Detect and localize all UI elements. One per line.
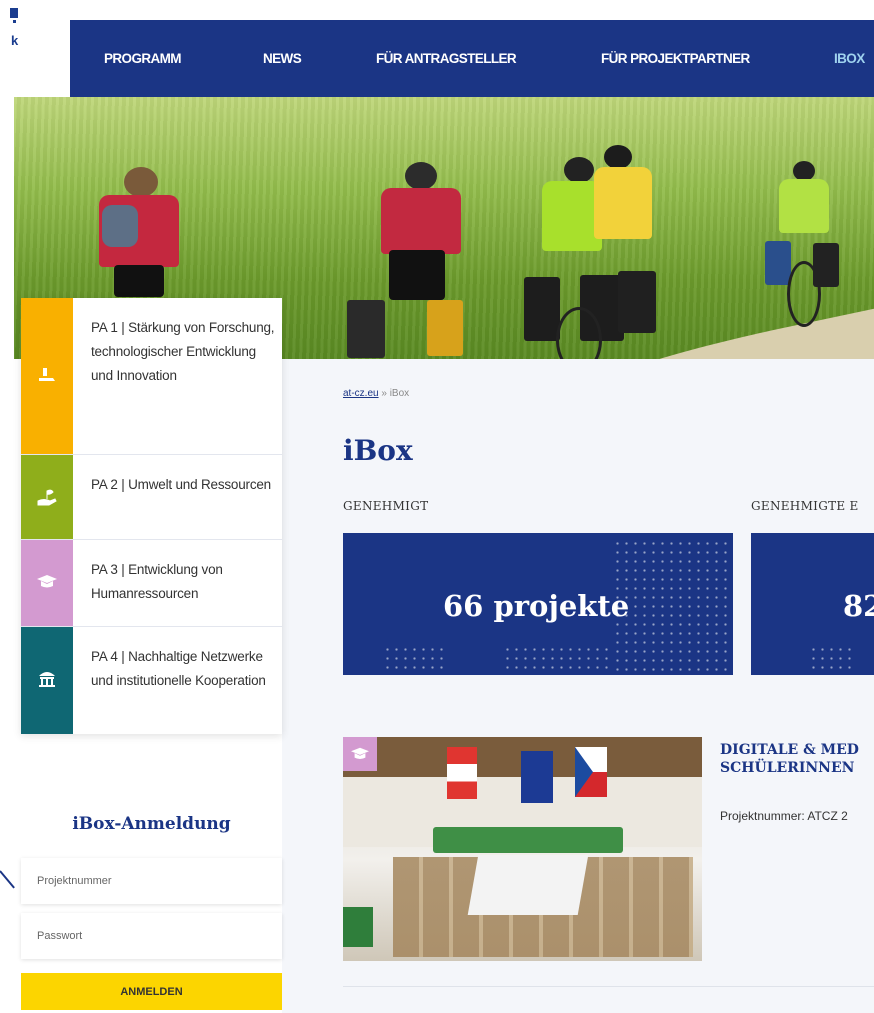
divider — [343, 986, 874, 987]
nav-item-programm[interactable]: PROGRAMM — [104, 20, 182, 97]
priority-axis-3[interactable]: PA 3 | Entwicklung von Humanressourcen — [21, 540, 282, 627]
nav-item-ibox[interactable]: IBOX — [834, 20, 865, 97]
priority-axis-label: PA 2 | Umwelt und Ressourcen — [91, 477, 271, 492]
main-navigation: PROGRAMM NEWS FÜR ANTRAGSTELLER FÜR PROJ… — [70, 20, 874, 97]
site-logo[interactable]: k — [0, 0, 70, 97]
priority-axis-2[interactable]: PA 2 | Umwelt und Ressourcen — [21, 455, 282, 540]
breadcrumb-current: iBox — [389, 388, 410, 399]
plant-hand-icon — [37, 487, 57, 507]
priority-axis-label: PA 4 | Nachhaltige Netzwerke und institu… — [91, 649, 266, 688]
logo-text: k — [11, 33, 19, 48]
project-number-input[interactable] — [21, 858, 282, 904]
graduation-cap-icon — [37, 572, 57, 592]
priority-axes-panel: PA 1 | Stärkung von Forschung, technolog… — [21, 298, 282, 734]
institution-icon — [37, 669, 57, 689]
project-title[interactable]: DIGITALE & MED SCHÜLERINNEN — [720, 741, 874, 777]
priority-axis-1[interactable]: PA 1 | Stärkung von Forschung, technolog… — [21, 298, 282, 455]
login-button[interactable]: ANMELDEN — [21, 973, 282, 1010]
breadcrumb: at-cz.eu » iBox — [343, 388, 410, 399]
stat-box-approved-second: 82 — [751, 533, 874, 675]
nav-item-fuer-projektpartner[interactable]: FÜR PROJEKTPARTNER — [601, 20, 750, 97]
project-number: Projektnummer: ATCZ 2 — [720, 809, 848, 823]
priority-axis-4[interactable]: PA 4 | Nachhaltige Netzwerke und institu… — [21, 627, 282, 734]
priority-axis-label: PA 1 | Stärkung von Forschung, technolog… — [91, 320, 275, 383]
stat-label: GENEHMIGTE E — [751, 499, 859, 513]
graduation-cap-icon — [343, 737, 377, 771]
austria-flag — [447, 747, 477, 799]
stat-value: 82 — [843, 589, 874, 623]
page-title: iBox — [343, 434, 413, 467]
breadcrumb-home-link[interactable]: at-cz.eu — [343, 388, 379, 399]
stat-box-approved-projects: 66 projekte — [343, 533, 733, 675]
stat-value: 66 projekte — [443, 589, 630, 623]
decorative-line — [0, 870, 15, 889]
logo-mark — [10, 8, 18, 18]
nav-item-news[interactable]: NEWS — [263, 20, 302, 97]
password-input[interactable] — [21, 913, 282, 959]
nav-item-fuer-antragsteller[interactable]: FÜR ANTRAGSTELLER — [376, 20, 517, 97]
stat-label: GENEHMIGT — [343, 499, 429, 513]
project-image[interactable] — [343, 737, 702, 961]
login-title: iBox-Anmeldung — [72, 814, 231, 834]
hand-icon — [37, 366, 57, 386]
priority-axis-label: PA 3 | Entwicklung von Humanressourcen — [91, 562, 223, 601]
eu-flag — [521, 751, 553, 803]
